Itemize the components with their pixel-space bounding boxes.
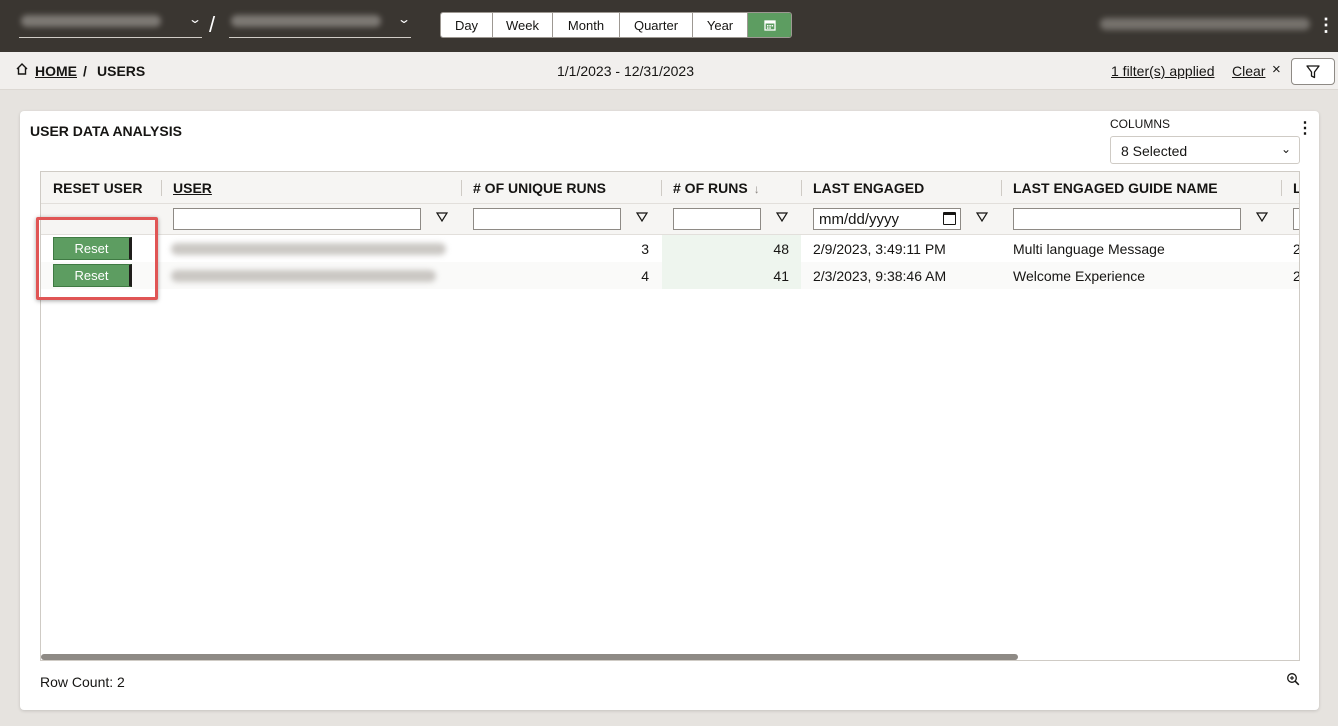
chevron-down-icon: ⌄ — [187, 12, 203, 26]
period-year-button[interactable]: Year — [693, 13, 748, 37]
runs-filter-input[interactable] — [673, 208, 761, 230]
filters-applied-link[interactable]: 1 filter(s) applied — [1111, 63, 1215, 79]
guide-name-filter-input[interactable] — [1013, 208, 1241, 230]
filter-icon[interactable] — [635, 210, 649, 224]
clear-filters-link[interactable]: Clear — [1232, 63, 1265, 79]
breadcrumb-separator: / — [83, 63, 87, 79]
header-reset-user: RESET USER — [53, 180, 143, 196]
zoom-in-icon[interactable] — [1286, 672, 1300, 686]
breadcrumb-home-link[interactable]: HOME — [35, 63, 77, 79]
last-guide-cell: Welcome Experience — [1013, 268, 1146, 284]
close-icon[interactable]: × — [1272, 61, 1281, 78]
last-engaged-date-input[interactable]: mm/dd/yyyy — [813, 208, 961, 230]
user-filter-input[interactable] — [173, 208, 421, 230]
user-data-table: RESET USER USER # OF UNIQUE RUNS # OF RU… — [40, 171, 1300, 661]
kebab-icon[interactable]: ⋮ — [1297, 121, 1313, 137]
overflow-cell: 2 — [1281, 235, 1299, 262]
header-unique-runs[interactable]: # OF UNIQUE RUNS — [461, 172, 661, 204]
guide-selector[interactable]: ⌄ — [229, 9, 411, 38]
period-quarter-button[interactable]: Quarter — [620, 13, 693, 37]
period-day-button[interactable]: Day — [441, 13, 493, 37]
chevron-down-icon: ⌄ — [396, 12, 412, 26]
sort-descending-icon: ↓ — [753, 182, 760, 196]
filter-row: mm/dd/yyyy — [41, 204, 1299, 235]
filter-icon[interactable] — [975, 210, 989, 224]
unique-runs-filter-input[interactable] — [473, 208, 621, 230]
selector-separator: / — [209, 12, 216, 37]
columns-select[interactable]: 8 Selected ⌄ — [1110, 136, 1300, 164]
unique-runs-cell: 3 — [641, 241, 649, 257]
overflow-filter-input[interactable] — [1293, 208, 1299, 230]
user-email — [1100, 18, 1310, 30]
reset-user-button[interactable]: Reset — [53, 264, 132, 287]
horizontal-scrollbar[interactable] — [41, 654, 1018, 660]
last-engaged-cell: 2/3/2023, 9:38:46 AM — [813, 268, 947, 284]
application-selector[interactable]: ⌄ — [19, 9, 202, 38]
table-header-row: RESET USER USER # OF UNIQUE RUNS # OF RU… — [41, 172, 1299, 204]
funnel-icon — [1306, 64, 1320, 78]
header-last-guide[interactable]: LAST ENGAGED GUIDE NAME — [1001, 172, 1281, 204]
unique-runs-cell: 4 — [641, 268, 649, 284]
breadcrumb-current: USERS — [97, 63, 146, 79]
period-month-button[interactable]: Month — [553, 13, 620, 37]
filter-button[interactable] — [1291, 58, 1335, 85]
date-input-placeholder: mm/dd/yyyy — [819, 211, 900, 228]
columns-select-value: 8 Selected — [1121, 143, 1188, 159]
header-runs-label: # OF RUNS — [673, 180, 748, 196]
guide-selector-value — [231, 15, 381, 27]
filter-icon[interactable] — [775, 210, 789, 224]
columns-label: COLUMNS — [1110, 117, 1171, 131]
panel-title: USER DATA ANALYSIS — [30, 123, 182, 139]
table-row: Reset 4 41 2/3/2023, 9:38:46 AM Welcome … — [41, 262, 1299, 289]
chevron-down-icon: ⌄ — [1280, 142, 1291, 156]
application-selector-value — [21, 15, 161, 27]
last-guide-cell: Multi language Message — [1013, 241, 1165, 257]
header-user[interactable]: USER — [161, 172, 461, 204]
filter-icon[interactable] — [1255, 210, 1269, 224]
user-cell — [171, 270, 436, 282]
runs-cell: 41 — [773, 268, 789, 284]
calendar-icon — [763, 20, 776, 31]
date-range: 1/1/2023 - 12/31/2023 — [557, 63, 695, 79]
filter-icon[interactable] — [435, 210, 449, 224]
header-runs[interactable]: # OF RUNS ↓ — [661, 172, 801, 204]
custom-range-button[interactable] — [748, 13, 791, 37]
home-icon — [16, 63, 28, 75]
user-cell — [171, 243, 446, 255]
row-count: Row Count: 2 — [40, 674, 125, 690]
header-last-engaged[interactable]: LAST ENGAGED — [801, 172, 1001, 204]
kebab-icon[interactable]: ⋮ — [1317, 14, 1335, 36]
overflow-cell: 2 — [1281, 262, 1299, 289]
last-engaged-cell: 2/9/2023, 3:49:11 PM — [813, 241, 946, 257]
calendar-icon[interactable] — [943, 212, 956, 225]
table-row: Reset 3 48 2/9/2023, 3:49:11 PM Multi la… — [41, 235, 1299, 262]
period-week-button[interactable]: Week — [493, 13, 553, 37]
reset-user-button[interactable]: Reset — [53, 237, 132, 260]
period-selector: Day Week Month Quarter Year — [440, 12, 792, 38]
header-overflow: L — [1281, 172, 1299, 204]
runs-cell: 48 — [773, 241, 789, 257]
